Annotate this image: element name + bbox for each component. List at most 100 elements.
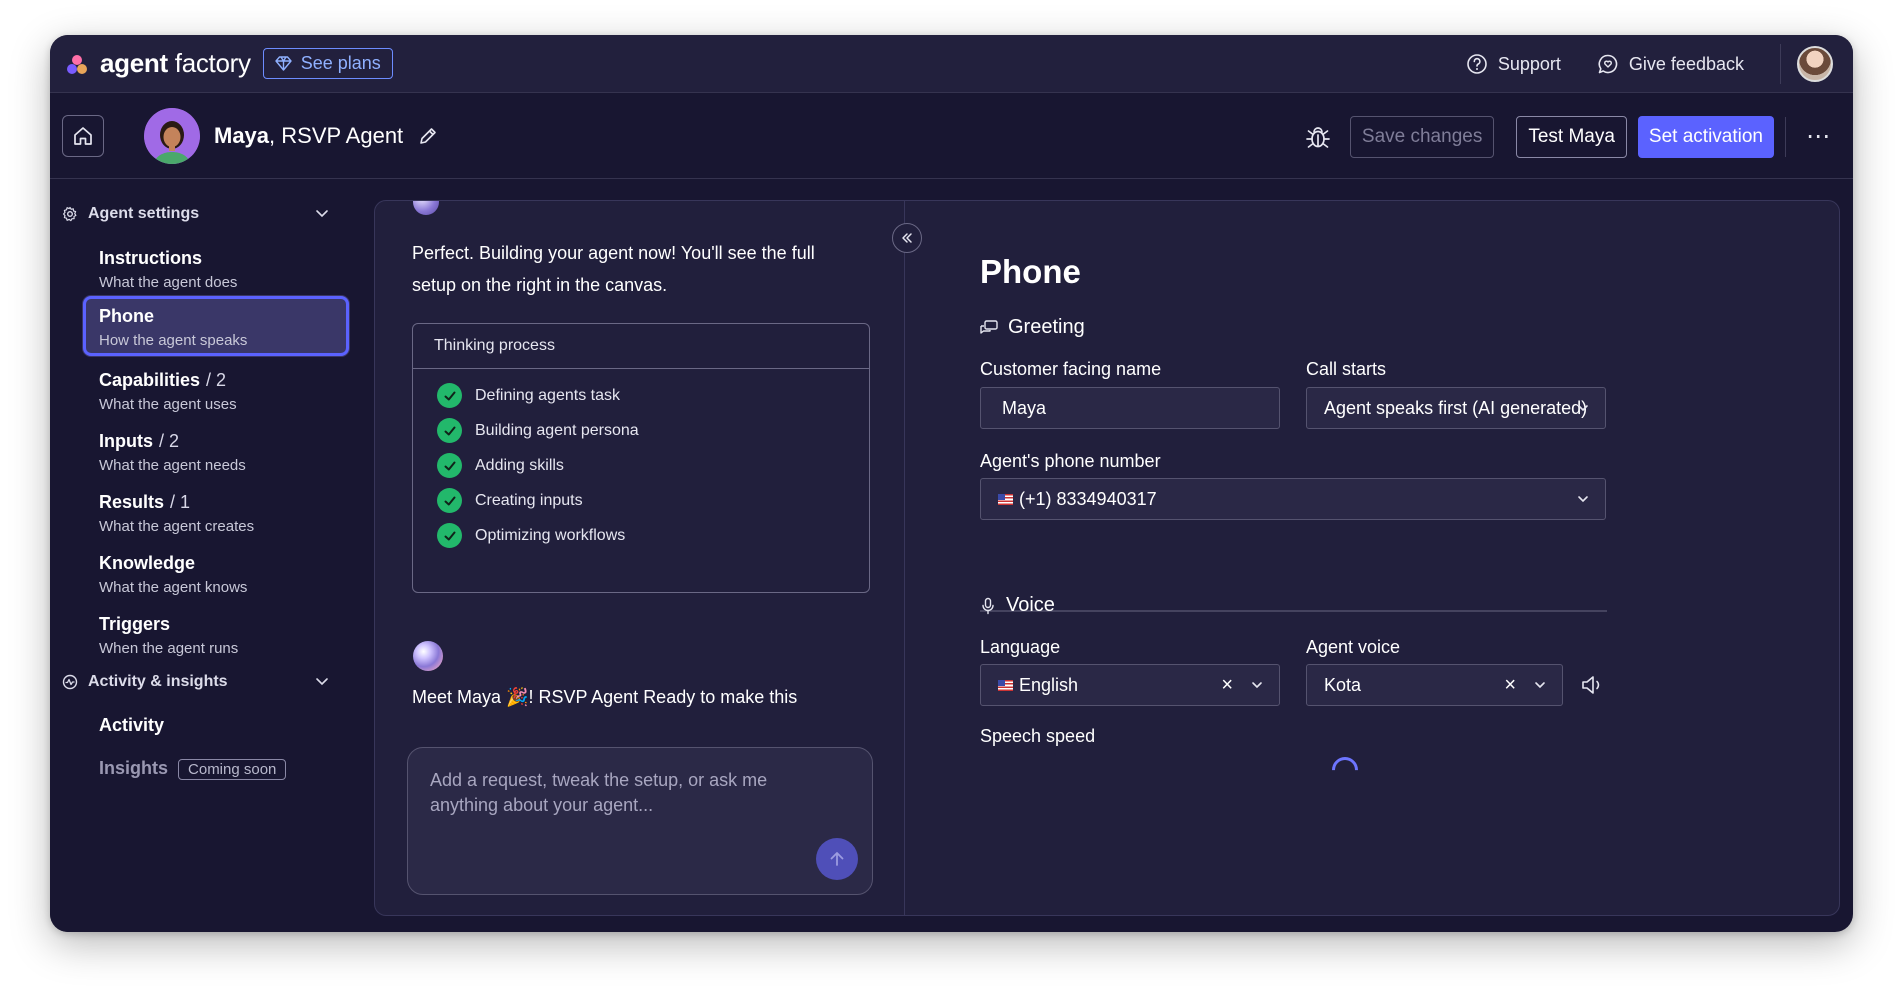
speech-speed-label: Speech speed — [980, 726, 1096, 746]
agent-title: Maya, RSVP Agent — [214, 123, 404, 148]
language-label: Language — [980, 637, 1061, 657]
sidebar-item-capabilities[interactable]: Capabilities/ 2 What the agent uses — [83, 361, 349, 429]
assistant-orb-avatar — [413, 641, 443, 671]
chat-heart-icon — [1598, 54, 1618, 74]
sidebar-item-subtitle: What the agent does — [99, 274, 238, 291]
chevron-down-icon — [1535, 682, 1545, 689]
send-button[interactable] — [816, 838, 858, 880]
thinking-step: Optimizing workflows — [437, 523, 625, 548]
test-agent-button[interactable]: Test Maya — [1516, 115, 1627, 158]
chat-bubbles-icon — [980, 319, 998, 334]
thinking-step: Building agent persona — [437, 418, 639, 443]
agent-voice-select[interactable]: Kota × — [1306, 664, 1563, 706]
check-circle-icon — [437, 488, 462, 513]
insights-label: Insights — [99, 758, 169, 778]
sidebar-item-knowledge[interactable]: Knowledge What the agent knows — [83, 544, 349, 612]
check-circle-icon — [437, 383, 462, 408]
home-icon — [74, 127, 92, 145]
user-avatar[interactable] — [1797, 46, 1833, 82]
thinking-step-label: Adding skills — [475, 456, 564, 474]
see-plans-label: See plans — [300, 53, 381, 73]
customer-name-input[interactable]: Maya — [980, 387, 1280, 429]
thinking-step-label: Creating inputs — [475, 491, 583, 509]
sidebar-item-insights: Insights Coming soon — [99, 758, 287, 780]
divider — [1780, 44, 1781, 84]
sidebar-item-inputs[interactable]: Inputs/ 2 What the agent needs — [83, 422, 349, 490]
gear-icon — [63, 206, 77, 222]
coming-soon-badge: Coming soon — [178, 759, 287, 780]
chevron-down-icon — [1578, 405, 1588, 412]
thinking-step-label: Building agent persona — [475, 421, 639, 439]
feedback-link[interactable]: Give feedback — [1597, 53, 1744, 75]
canvas-panel: Phone Greeting Customer facing name Maya… — [906, 201, 1839, 915]
agent-settings-header[interactable]: Agent settings — [62, 205, 330, 223]
chat-input-placeholder: Add a request, tweak the setup, or ask m… — [430, 770, 768, 815]
assistant-avatar — [413, 201, 439, 215]
bug-icon[interactable] — [1304, 123, 1332, 151]
sidebar-item-subtitle: When the agent runs — [99, 640, 239, 657]
section-divider — [980, 610, 1607, 612]
arrow-up-icon — [830, 852, 844, 866]
call-starts-value: Agent speaks first (AI generated) — [1324, 397, 1588, 418]
agent-header: Maya, RSVP Agent Save changes Test Maya … — [50, 94, 1853, 179]
sidebar-item-triggers[interactable]: Triggers When the agent runs — [83, 605, 349, 673]
sidebar-item-title: Capabilities/ 2 — [99, 370, 227, 390]
call-starts-select[interactable]: Agent speaks first (AI generated) — [1306, 387, 1606, 429]
chevron-down-icon — [316, 210, 328, 218]
clear-icon[interactable]: × — [1221, 674, 1233, 697]
see-plans-button[interactable]: See plans — [262, 48, 393, 79]
main-panel: Perfect. Building your agent now! You'll… — [374, 200, 1840, 916]
chat-input[interactable]: Add a request, tweak the setup, or ask m… — [407, 747, 873, 895]
sidebar-item-subtitle: What the agent creates — [99, 518, 255, 535]
assistant-message: Meet Maya 🎉! RSVP Agent Ready to make th… — [412, 687, 798, 707]
chevron-down-icon — [316, 678, 328, 686]
sidebar-item-title: Instructions — [99, 248, 203, 268]
thinking-step: Defining agents task — [437, 383, 620, 408]
agent-settings-label: Agent settings — [88, 205, 200, 222]
check-circle-icon — [437, 418, 462, 443]
save-changes-button[interactable]: Save changes — [1349, 115, 1495, 158]
pencil-icon[interactable] — [417, 125, 439, 147]
thinking-process-title: Thinking process — [413, 324, 869, 369]
divider — [1785, 116, 1786, 157]
speaker-icon[interactable] — [1580, 673, 1608, 697]
chevron-down-icon — [1578, 496, 1588, 503]
thinking-step-label: Optimizing workflows — [475, 526, 626, 544]
sidebar-item-phone[interactable]: Phone How the agent speaks — [83, 296, 349, 356]
speech-speed-slider-handle[interactable] — [1326, 751, 1364, 789]
more-options-icon[interactable]: ⋯ — [1806, 122, 1831, 151]
voice-label: Voice — [1006, 594, 1055, 616]
agent-avatar — [144, 108, 200, 164]
phone-number-value: (+1) 8334940317 — [1019, 488, 1157, 509]
activity-icon — [62, 674, 78, 690]
sidebar-item-title: Triggers — [99, 614, 171, 634]
sidebar-item-subtitle: What the agent uses — [99, 396, 237, 413]
sidebar-item-activity[interactable]: Activity — [99, 715, 164, 736]
call-starts-label: Call starts — [1306, 359, 1387, 379]
sidebar-item-subtitle: How the agent speaks — [99, 332, 248, 349]
app-logo[interactable]: agent factory — [66, 48, 251, 79]
clear-icon[interactable]: × — [1504, 674, 1516, 697]
diamond-icon — [275, 56, 292, 71]
sidebar-item-title: Results/ 1 — [99, 492, 191, 512]
sidebar-item-title: Knowledge — [99, 553, 196, 573]
help-circle-icon — [1467, 54, 1487, 74]
thinking-step: Adding skills — [437, 453, 564, 478]
language-select[interactable]: English × — [980, 664, 1280, 706]
customer-name-label: Customer facing name — [980, 359, 1162, 379]
phone-number-select[interactable]: (+1) 8334940317 — [980, 478, 1606, 520]
set-activation-button[interactable]: Set activation — [1637, 115, 1774, 158]
home-button[interactable] — [62, 115, 104, 157]
greeting-section-header: Greeting — [980, 316, 1085, 339]
support-link[interactable]: Support — [1466, 53, 1561, 75]
agent-voice-value: Kota — [1324, 674, 1362, 695]
check-circle-icon — [437, 453, 462, 478]
language-value: English — [1019, 674, 1079, 695]
sidebar-item-results[interactable]: Results/ 1 What the agent creates — [83, 483, 349, 551]
sidebar-item-subtitle: What the agent needs — [99, 457, 246, 474]
activity-insights-header[interactable]: Activity & insights — [62, 673, 330, 691]
phone-number-label: Agent's phone number — [980, 451, 1161, 471]
top-bar: agent factory See plans Support Give fee… — [50, 35, 1853, 93]
collapse-chat-button[interactable] — [892, 223, 922, 253]
thinking-step: Creating inputs — [437, 488, 583, 513]
